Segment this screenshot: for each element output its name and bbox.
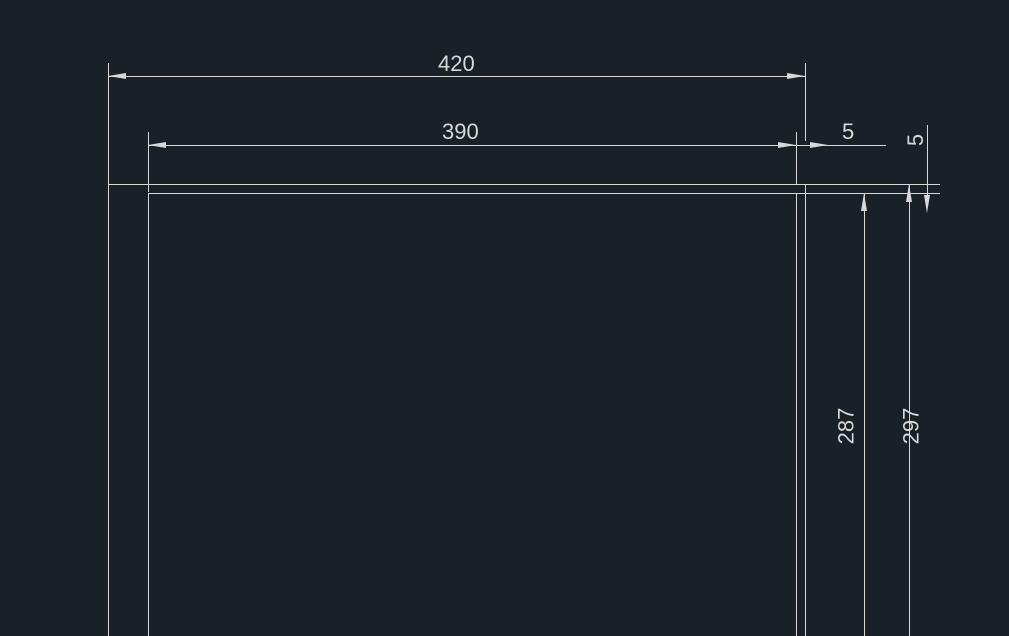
dim-text-420: 420 xyxy=(438,51,475,77)
dim-arrow-390-left xyxy=(148,142,166,148)
inner-rect-left xyxy=(148,193,149,636)
dim-text-5h: 5 xyxy=(842,119,854,145)
outer-rect-top xyxy=(108,184,805,185)
ext-5v-top xyxy=(805,184,940,185)
inner-rect-top xyxy=(148,193,796,194)
inner-rect-right xyxy=(796,193,797,636)
dim-text-287: 287 xyxy=(833,408,859,445)
outer-rect-left xyxy=(108,184,109,636)
dim-text-5v: 5 xyxy=(903,134,929,146)
cad-drawing-canvas[interactable]: 420 390 5 5 287 297 xyxy=(0,0,1009,636)
ext-420-right xyxy=(805,63,806,141)
dim-arrow-287-top xyxy=(861,193,867,211)
dim-arrow-420-left xyxy=(108,73,126,79)
dim-arrow-5h-left xyxy=(810,142,828,148)
dim-arrow-297-top xyxy=(906,184,912,202)
dim-arrow-420-right xyxy=(787,73,805,79)
dim-line-287 xyxy=(864,193,865,636)
dim-text-390: 390 xyxy=(442,119,479,145)
dim-arrow-5v xyxy=(924,195,930,213)
ext-420-left xyxy=(108,63,109,185)
ext-390-left xyxy=(148,132,149,192)
dim-text-297: 297 xyxy=(898,408,924,445)
ext-287-top xyxy=(796,193,871,194)
outer-rect-right xyxy=(805,184,806,636)
dim-line-390 xyxy=(148,145,796,146)
ext-5v-bot xyxy=(870,193,940,194)
ext-390-right xyxy=(796,132,797,185)
dim-arrow-390-right xyxy=(778,142,796,148)
